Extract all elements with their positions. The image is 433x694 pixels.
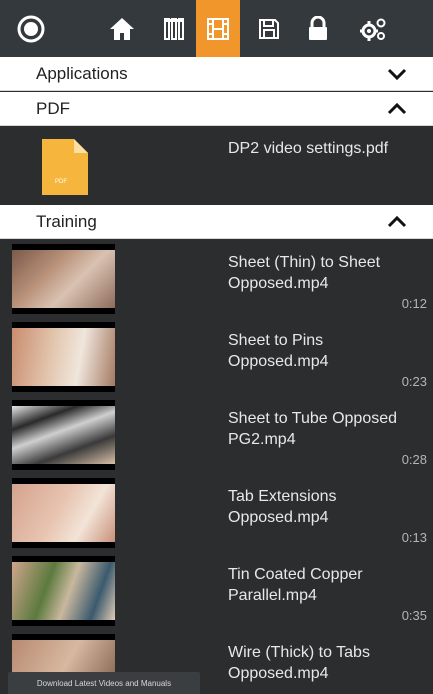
video-title: Sheet (Thin) to Sheet Opposed.mp4 bbox=[228, 254, 381, 292]
video-title: Tab Extensions Opposed.mp4 bbox=[228, 488, 337, 526]
chevron-up-icon bbox=[387, 102, 407, 114]
chevron-down-icon bbox=[387, 68, 407, 80]
pdf-file-item[interactable]: PDF DP2 video settings.pdf bbox=[0, 127, 433, 205]
section-pdf-label: PDF bbox=[36, 98, 70, 118]
film-icon bbox=[207, 18, 229, 40]
save-button[interactable] bbox=[244, 0, 294, 58]
chevron-up-icon bbox=[387, 215, 407, 227]
video-title: Sheet to Tube Opposed PG2.mp4 bbox=[228, 410, 398, 448]
save-icon bbox=[259, 19, 279, 39]
record-button[interactable] bbox=[0, 0, 62, 58]
video-item[interactable]: Sheet (Thin) to Sheet Opposed.mp4 0:12 bbox=[0, 244, 433, 322]
video-duration: 0:28 bbox=[401, 452, 427, 467]
training-video-list: Sheet (Thin) to Sheet Opposed.mp4 0:12 S… bbox=[0, 240, 433, 694]
section-training[interactable]: Training bbox=[0, 205, 433, 239]
video-title: Tin Coated Copper Parallel.mp4 bbox=[228, 566, 363, 604]
pdf-icon-label: PDF bbox=[55, 179, 67, 185]
video-thumbnail bbox=[12, 478, 115, 548]
video-thumbnail bbox=[12, 244, 115, 314]
video-thumbnail bbox=[12, 322, 115, 392]
video-item[interactable]: Sheet to Pins Opposed.mp4 0:23 bbox=[0, 322, 433, 400]
section-applications-label: Applications bbox=[36, 63, 128, 83]
video-duration: 0:12 bbox=[401, 296, 427, 311]
video-duration: 0:35 bbox=[401, 608, 427, 623]
samples-button[interactable] bbox=[152, 0, 196, 58]
video-title: Sheet to Pins Opposed.mp4 bbox=[228, 332, 329, 370]
pdf-file-name: DP2 video settings.pdf bbox=[228, 140, 389, 157]
lock-button[interactable] bbox=[296, 0, 340, 58]
home-icon bbox=[110, 18, 134, 40]
video-item[interactable]: Tin Coated Copper Parallel.mp4 0:35 bbox=[0, 556, 433, 634]
gears-icon bbox=[360, 18, 386, 41]
test-tubes-icon bbox=[164, 18, 184, 40]
lock-icon bbox=[309, 16, 327, 40]
settings-button[interactable] bbox=[348, 0, 398, 58]
home-button[interactable] bbox=[92, 0, 152, 58]
pdf-file-icon bbox=[42, 139, 88, 195]
video-thumbnail bbox=[12, 556, 115, 626]
video-title: Wire (Thick) to Tabs Opposed.mp4 bbox=[228, 644, 370, 682]
video-item[interactable]: Tab Extensions Opposed.mp4 0:13 bbox=[0, 478, 433, 556]
record-icon bbox=[17, 15, 45, 43]
video-duration: 0:13 bbox=[401, 530, 427, 545]
media-button[interactable] bbox=[196, 0, 240, 58]
video-duration: 0:23 bbox=[401, 374, 427, 389]
top-toolbar bbox=[0, 0, 433, 58]
video-item[interactable]: Sheet to Tube Opposed PG2.mp4 0:28 bbox=[0, 400, 433, 478]
download-latest-button[interactable]: Download Latest Videos and Manuals bbox=[8, 672, 200, 694]
section-applications[interactable]: Applications bbox=[0, 57, 433, 91]
video-thumbnail bbox=[12, 400, 115, 470]
section-pdf[interactable]: PDF bbox=[0, 92, 433, 126]
section-training-label: Training bbox=[36, 211, 97, 231]
